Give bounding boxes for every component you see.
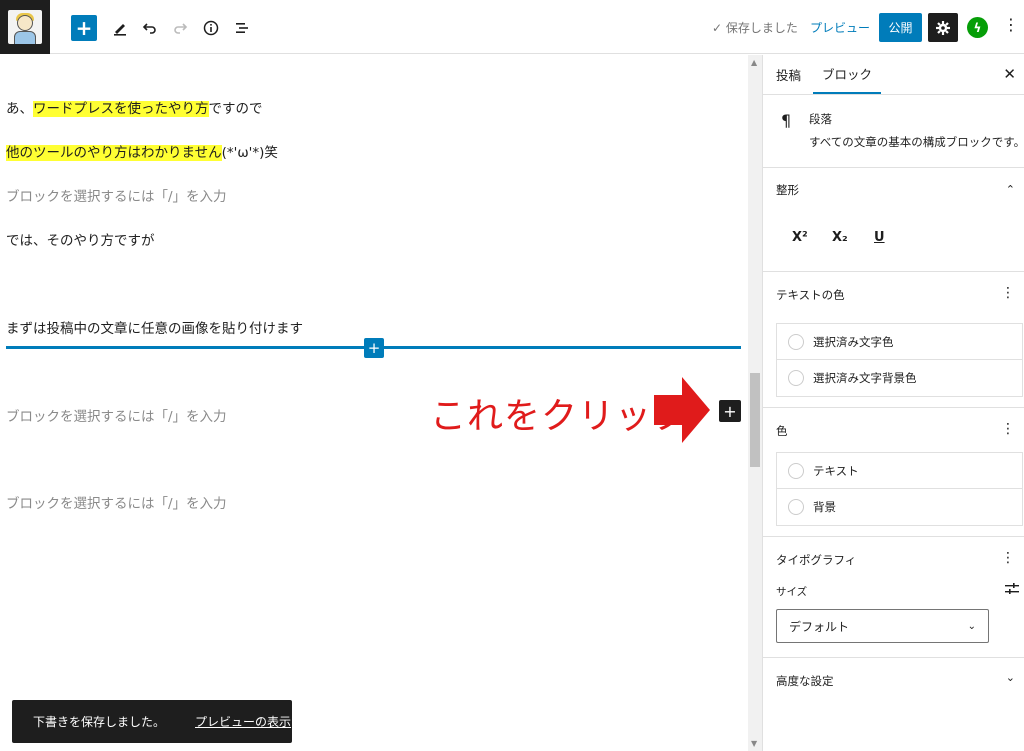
close-icon[interactable]: ✕: [1003, 65, 1016, 83]
info-icon[interactable]: [198, 15, 224, 41]
font-size-label: サイズ: [776, 586, 808, 598]
editor-canvas[interactable]: あ、ワードプレスを使ったやり方ですので 他のツールのやり方はわかりません(*'ω…: [0, 55, 748, 751]
empty-block-placeholder[interactable]: ブロックを選択するには「/」を入力: [6, 405, 227, 425]
underline-button[interactable]: U: [874, 230, 885, 245]
block-description: すべての文章の基本の構成ブロックです。: [809, 135, 1024, 149]
block-inserter-button[interactable]: +: [719, 400, 741, 422]
empty-block-placeholder[interactable]: ブロックを選択するには「/」を入力: [6, 185, 227, 205]
option-label: 選択済み文字背景色: [813, 371, 917, 385]
text-color-options: 選択済み文字色 選択済み文字背景色: [776, 323, 1023, 397]
panel-formatting-title[interactable]: 整形: [776, 182, 799, 198]
chevron-up-icon[interactable]: ⌃: [1006, 183, 1015, 196]
highlighted-text: 他のツールのやり方はわかりません: [6, 145, 222, 161]
panel-options-icon[interactable]: ⋮: [1001, 285, 1015, 301]
chevron-down-icon: ⌄: [967, 620, 976, 632]
empty-block-placeholder[interactable]: ブロックを選択するには「/」を入力: [6, 492, 227, 512]
paragraph-block-3[interactable]: では、そのやり方ですが: [6, 229, 155, 249]
chevron-down-icon[interactable]: ⌄: [1006, 671, 1015, 684]
paragraph-text: ですので: [208, 101, 263, 117]
undo-icon[interactable]: [137, 15, 163, 41]
scroll-up-icon[interactable]: ▲: [751, 58, 757, 67]
block-name: 段落: [809, 112, 832, 126]
option-label: 選択済み文字色: [813, 334, 894, 349]
paragraph-block-1[interactable]: あ、ワードプレスを使ったやり方ですので: [6, 97, 263, 117]
list-view-icon[interactable]: [229, 15, 255, 41]
more-options-icon[interactable]: ⋮: [1003, 15, 1019, 34]
font-size-select[interactable]: デフォルト ⌄: [776, 609, 989, 643]
option-label: 背景: [813, 500, 836, 514]
highlighted-text: ワードプレスを使ったやり方: [33, 101, 209, 117]
color-swatch-icon: [788, 333, 804, 350]
tab-post[interactable]: 投稿: [776, 55, 801, 93]
option-text-bg-color[interactable]: 選択済み文字背景色: [777, 360, 1022, 396]
settings-sidebar: 投稿 ブロック ✕ ¶ 段落 すべての文章の基本の構成ブロックです。 整形 ⌃ …: [762, 55, 1024, 751]
panel-advanced-title[interactable]: 高度な設定: [776, 673, 834, 689]
paragraph-text: あ、: [6, 101, 33, 117]
site-logo[interactable]: [0, 0, 50, 54]
red-arrow-icon: [654, 377, 710, 443]
saved-status: ✓ 保存しました: [712, 21, 798, 35]
color-swatch-icon: [788, 499, 804, 515]
option-background[interactable]: 背景: [777, 489, 1022, 525]
edit-pencil-icon[interactable]: [107, 15, 133, 41]
redo-icon[interactable]: [167, 15, 193, 41]
custom-size-icon[interactable]: [1005, 582, 1019, 600]
panel-color-title[interactable]: 色: [776, 423, 788, 439]
color-swatch-icon: [788, 370, 804, 386]
panel-typography-title[interactable]: タイポグラフィ: [776, 552, 856, 568]
add-block-button[interactable]: +: [71, 15, 97, 41]
select-value: デフォルト: [789, 619, 850, 634]
paragraph-icon: ¶: [781, 111, 792, 130]
panel-options-icon[interactable]: ⋮: [1001, 421, 1015, 437]
paragraph-block-2[interactable]: 他のツールのやり方はわかりません(*'ω'*)笑: [6, 141, 278, 161]
jetpack-icon[interactable]: ϟ: [967, 17, 988, 38]
publish-button[interactable]: 公開: [879, 13, 922, 42]
superscript-button[interactable]: X²: [792, 230, 808, 245]
panel-text-color-title[interactable]: テキストの色: [776, 287, 845, 303]
scroll-down-icon[interactable]: ▼: [751, 739, 757, 748]
annotation-text: これをクリック: [430, 396, 690, 437]
option-text[interactable]: テキスト: [777, 453, 1022, 489]
snackbar-message: 下書きを保存しました。: [33, 715, 166, 729]
snackbar-notice: 下書きを保存しました。 プレビューの表示: [12, 700, 292, 743]
paragraph-block-4[interactable]: まずは投稿中の文章に任意の画像を貼り付けます: [6, 317, 303, 337]
panel-options-icon[interactable]: ⋮: [1001, 550, 1015, 566]
snackbar-preview-link[interactable]: プレビューの表示: [195, 713, 291, 730]
scroll-thumb[interactable]: [750, 373, 760, 467]
editor-toolbar: + ✓ 保存しました プレビュー 公開 ϟ ⋮: [0, 0, 1024, 54]
settings-gear-icon[interactable]: [928, 13, 958, 42]
preview-button[interactable]: プレビュー: [810, 19, 870, 36]
color-options: テキスト 背景: [776, 452, 1023, 526]
paragraph-text: (*'ω'*)笑: [221, 145, 278, 161]
inline-inserter-button[interactable]: +: [364, 338, 384, 358]
color-swatch-icon: [788, 462, 804, 479]
option-text-color[interactable]: 選択済み文字色: [777, 324, 1022, 360]
subscript-button[interactable]: X₂: [832, 230, 848, 245]
avatar-illustration: [8, 10, 42, 44]
option-label: テキスト: [813, 463, 859, 478]
editor-scrollbar[interactable]: ▲ ▼: [748, 55, 762, 751]
tab-block[interactable]: ブロック: [813, 55, 881, 94]
